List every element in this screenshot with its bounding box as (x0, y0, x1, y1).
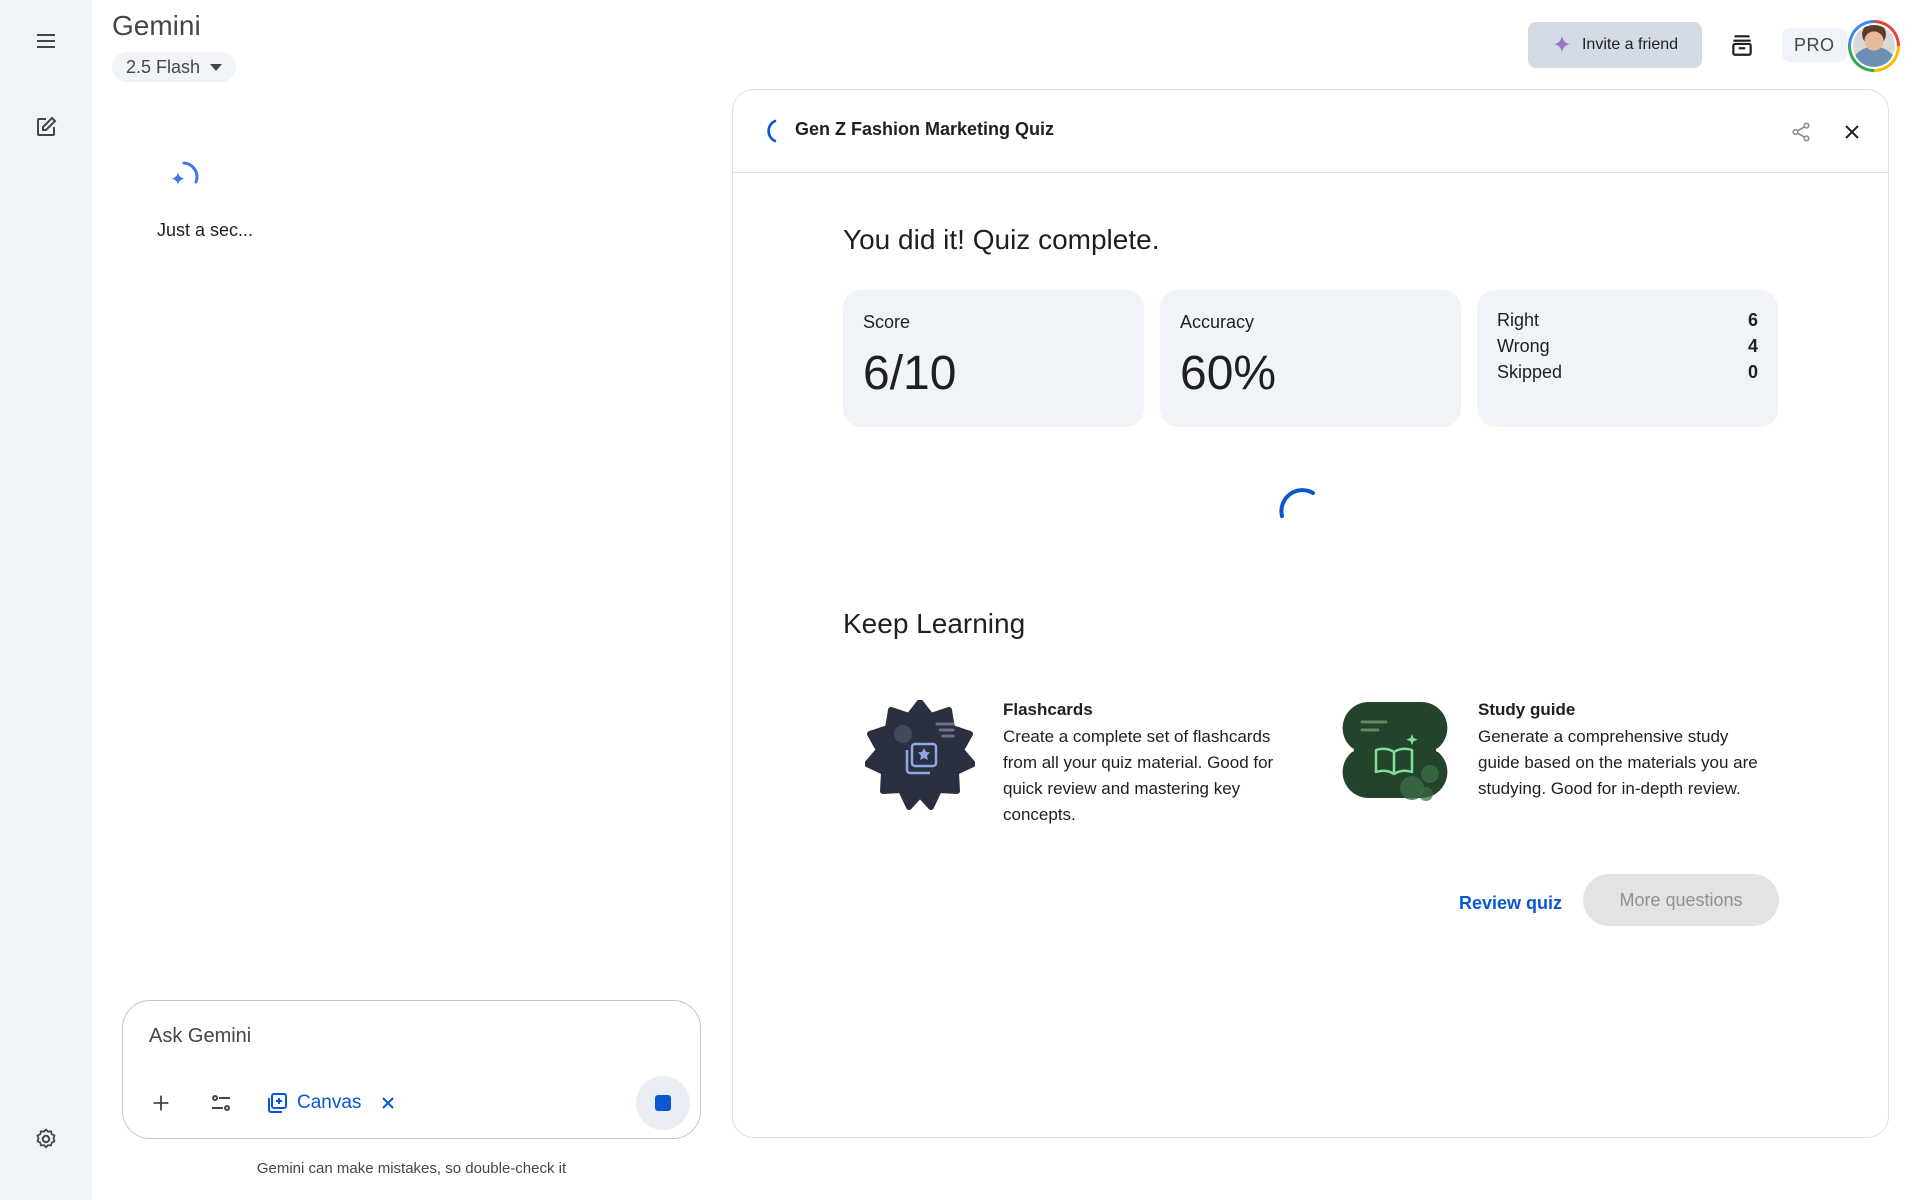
score-card: Score 6/10 (843, 290, 1144, 427)
share-icon (1792, 122, 1810, 142)
panel-header: Gen Z Fashion Marketing Quiz (733, 90, 1888, 173)
study-guide-option[interactable]: Study guide Generate a comprehensive stu… (1340, 700, 1760, 830)
share-button[interactable] (1779, 110, 1823, 154)
flashcards-icon (865, 700, 975, 810)
caret-down-icon (210, 63, 223, 71)
skipped-label: Skipped (1497, 362, 1563, 382)
flashcards-title: Flashcards (1003, 700, 1093, 719)
skipped-value: 0 (1747, 362, 1758, 382)
side-rail (0, 0, 92, 1200)
tools-icon (212, 1095, 230, 1111)
model-label: 2.5 Flash (126, 56, 201, 77)
app-title: Gemini (112, 10, 201, 41)
canvas-chip[interactable]: Canvas (265, 1085, 361, 1121)
plus-icon (153, 1095, 169, 1111)
settings-icon (36, 1128, 56, 1149)
loading-sparkle-icon (171, 161, 199, 186)
study-guide-icon (1342, 702, 1448, 801)
accuracy-label: Accuracy (1180, 312, 1255, 332)
model-selector[interactable]: 2.5 Flash (112, 52, 237, 82)
canvas-panel: Gen Z Fashion Marketing Quiz You did it!… (732, 89, 1889, 1138)
stop-button[interactable] (636, 1076, 690, 1130)
panel-title: Gen Z Fashion Marketing Quiz (795, 119, 1055, 139)
avatar[interactable] (1848, 20, 1900, 72)
breakdown-row-wrong: Wrong 4 (1497, 336, 1758, 362)
breakdown-card: Right 6 Wrong 4 Skipped 0 (1477, 290, 1778, 427)
remove-canvas-button[interactable] (375, 1085, 401, 1121)
close-icon (382, 1097, 394, 1109)
invite-label: Invite a friend (1581, 36, 1679, 53)
tools-button[interactable] (203, 1085, 239, 1121)
menu-icon (37, 34, 55, 48)
archive-icon (1732, 35, 1752, 56)
add-button[interactable] (143, 1085, 179, 1121)
study-guide-description: Generate a comprehensive study guide bas… (1478, 727, 1758, 798)
avatar-image (1853, 25, 1895, 67)
score-label: Score (863, 312, 911, 332)
menu-button[interactable] (22, 17, 70, 65)
loading-spinner-icon (1279, 488, 1315, 518)
close-panel-button[interactable] (1830, 110, 1874, 154)
review-quiz-button[interactable]: Review quiz (1439, 877, 1582, 929)
disclaimer: Gemini can make mistakes, so double-chec… (256, 1160, 567, 1177)
stop-icon (655, 1095, 671, 1111)
ask-input[interactable] (149, 1025, 649, 1048)
archive-button[interactable] (1720, 23, 1764, 67)
accuracy-value: 60% (1180, 347, 1277, 400)
flashcards-description: Create a complete set of flashcards from… (1003, 727, 1274, 824)
wrong-value: 4 (1747, 336, 1758, 356)
flashcards-option[interactable]: Flashcards Create a complete set of flas… (865, 700, 1285, 830)
new-chat-icon (37, 116, 57, 136)
wrong-label: Wrong (1497, 336, 1550, 356)
breakdown-row-right: Right 6 (1497, 310, 1758, 336)
quiz-complete-heading: You did it! Quiz complete. (843, 224, 1160, 255)
loading-spinner-icon (767, 119, 777, 143)
right-value: 6 (1747, 310, 1758, 330)
prompt-box: Canvas (122, 1000, 701, 1139)
accuracy-card: Accuracy 60% (1160, 290, 1461, 427)
sparkle-icon (1553, 35, 1571, 53)
invite-friend-button[interactable]: Invite a friend (1528, 22, 1702, 68)
keep-learning-heading: Keep Learning (843, 608, 1026, 639)
score-value: 6/10 (863, 347, 957, 400)
breakdown-row-skipped: Skipped 0 (1497, 362, 1758, 388)
new-chat-button[interactable] (22, 103, 70, 151)
loading-text: Just a sec... (157, 220, 254, 240)
right-label: Right (1497, 310, 1540, 330)
study-guide-title: Study guide (1478, 700, 1576, 719)
more-questions-button[interactable]: More questions (1583, 874, 1779, 926)
settings-button[interactable] (22, 1115, 70, 1163)
pro-badge: PRO (1782, 28, 1847, 62)
close-icon (1845, 125, 1859, 139)
canvas-chip-label: Canvas (297, 1092, 362, 1113)
canvas-icon (268, 1093, 287, 1113)
avatar-frame (1851, 23, 1897, 69)
